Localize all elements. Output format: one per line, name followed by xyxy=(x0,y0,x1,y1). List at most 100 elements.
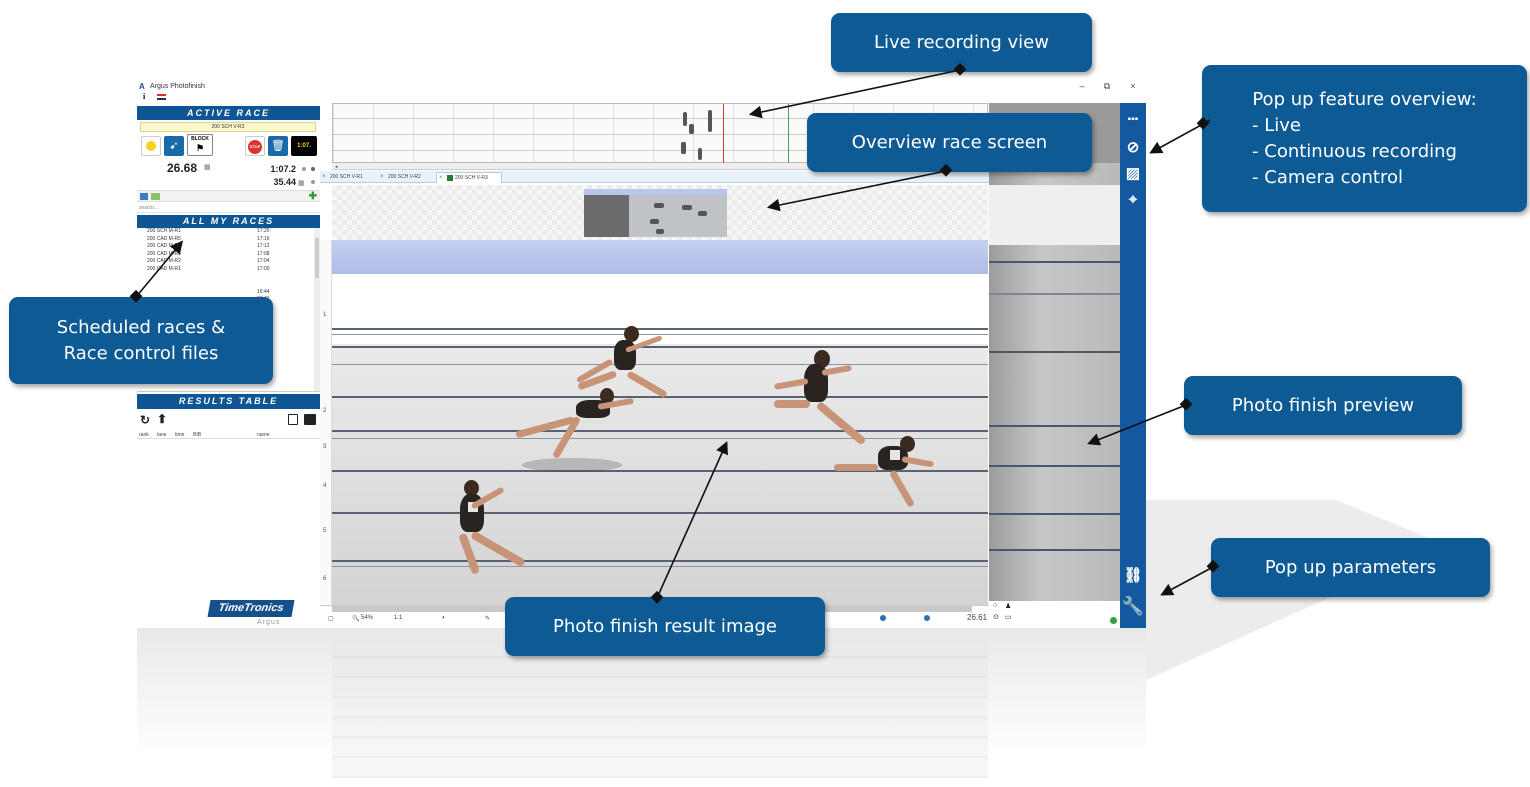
photo-finish-result-image[interactable] xyxy=(332,240,988,605)
language-flag-icon[interactable] xyxy=(157,94,166,100)
bulb-icon xyxy=(146,141,156,151)
info-circle-icon[interactable] xyxy=(880,615,886,622)
callout-live-recording: Live recording view xyxy=(831,13,1092,72)
maximize-button[interactable]: ⧉ xyxy=(1100,80,1114,93)
fit-icon[interactable]: ▢ xyxy=(328,615,334,622)
cursor-time: 26.61 xyxy=(967,613,988,622)
block-label: BLOCK xyxy=(191,136,209,142)
race-clock-display: 1:07. xyxy=(291,136,317,156)
race-list-toolbar: ✚ xyxy=(137,190,320,202)
col-rank: rank xyxy=(139,432,149,438)
close-button[interactable]: × xyxy=(1126,80,1140,93)
race-list-item[interactable]: 16:44 xyxy=(137,289,320,297)
pointer-icon[interactable]: ✎ xyxy=(485,615,490,622)
screenshot-stage: A Argus Photofinish – ⧉ × i ACTIVE RACE … xyxy=(0,0,1530,787)
link-icon[interactable]: ⛓ xyxy=(1120,567,1146,585)
timetronics-logo: TimeTronics xyxy=(207,600,295,617)
info-icon[interactable]: i xyxy=(143,92,145,101)
checkered-flag-icon: ▦ xyxy=(204,164,211,171)
camera-control-icon[interactable]: ⌖ xyxy=(1120,191,1146,209)
block-button[interactable]: BLOCK ⚑ xyxy=(187,134,213,156)
callout-photo-result: Photo finish result image xyxy=(505,597,825,656)
status-dot-3 xyxy=(311,180,315,184)
active-race-header: ACTIVE RACE xyxy=(137,106,320,120)
photo-finish-preview[interactable] xyxy=(989,103,1120,603)
live-runner xyxy=(689,124,694,134)
col-lane: lane xyxy=(157,432,167,438)
more-menu-icon[interactable]: ▪▪▪ xyxy=(1120,111,1146,129)
race-list-item[interactable] xyxy=(137,281,320,289)
race-list-item[interactable]: 200 CAD M-R2 17:04 xyxy=(137,258,320,266)
live-view-hide-icon[interactable]: ⊘ xyxy=(1120,139,1146,157)
race-list-item-time: 17:00 xyxy=(257,265,270,272)
race-list-item[interactable]: 200 SCH M-R1 17:20 xyxy=(137,228,320,236)
close-tab-icon[interactable]: × xyxy=(439,173,443,184)
delete-button[interactable]: 🗑 xyxy=(268,136,288,156)
trash-icon: 🗑 xyxy=(271,140,285,152)
stop-button[interactable]: STOP xyxy=(245,136,265,156)
window-title: Argus Photofinish xyxy=(150,83,205,90)
race-list-item[interactable]: 200 CAD M-R5 17:16 xyxy=(137,236,320,244)
status-dot-1 xyxy=(302,167,306,171)
ratio-value[interactable]: 1:1 xyxy=(394,615,402,621)
race-list-item[interactable]: 200 CAD M-R1 17:00 xyxy=(137,266,320,274)
close-tab-icon[interactable]: × xyxy=(380,172,384,183)
race-list-item[interactable]: 200 CAD M-R3 17:08 xyxy=(137,251,320,259)
wrench-icon[interactable]: 🔧 xyxy=(1120,597,1146,615)
split-time-2: 35.44 xyxy=(273,177,296,187)
race-list-item-name: 200 CAD M-R3 xyxy=(147,250,181,257)
zoom-level: 54% xyxy=(361,615,374,621)
active-race-name: 200 SCH V-R3 xyxy=(140,122,316,132)
right-sidebar: ▪▪▪ ⊘ ▨ ⌖ ⛓ 🔧 xyxy=(1110,103,1146,628)
tab-race-3[interactable]: × 200 SCH V-R3 xyxy=(436,172,502,183)
close-tab-icon[interactable]: × xyxy=(322,172,326,183)
callout-popup-parameters: Pop up parameters xyxy=(1211,538,1490,597)
col-bib: BIB xyxy=(193,432,202,438)
callout-popup-features-title: Pop up feature overview: xyxy=(1252,88,1477,110)
document-icon[interactable] xyxy=(288,414,298,425)
timer-icon[interactable]: ⊙ xyxy=(993,613,999,621)
callout-photo-preview: Photo finish preview xyxy=(1184,376,1462,435)
reflected-photo xyxy=(332,638,988,778)
stop-label: STOP xyxy=(248,140,262,154)
minimize-button[interactable]: – xyxy=(1075,80,1089,93)
list-view-icon[interactable] xyxy=(140,193,148,200)
scroll-left-icon[interactable]: ◂ xyxy=(335,164,338,170)
bib-icon[interactable]: ▭ xyxy=(1005,613,1012,621)
app-logo-icon: A xyxy=(139,82,145,91)
race-list-item[interactable]: 200 CAD M-R4 17:12 xyxy=(137,243,320,251)
light-bulb-button[interactable] xyxy=(141,136,161,156)
tab-race-1[interactable]: × 200 SCH V-R1 xyxy=(320,172,378,183)
tab-race-2[interactable]: × 200 SCH V-R2 xyxy=(378,172,436,183)
zoom-icon[interactable]: 🔍 xyxy=(352,615,359,622)
running-time: 26.68 xyxy=(167,161,198,175)
continuous-recording-icon[interactable]: ▨ xyxy=(1120,165,1146,183)
person-icon[interactable]: ♟ xyxy=(1005,602,1011,610)
upload-icon[interactable]: ⬆ xyxy=(157,413,167,425)
contrast-icon[interactable]: ◐ xyxy=(442,615,446,621)
grid-view-icon[interactable] xyxy=(151,193,160,200)
race-list-item[interactable] xyxy=(137,274,320,282)
title-bar: A Argus Photofinish – ⧉ × xyxy=(137,80,1146,93)
race-list-item-name: 200 CAD M-R4 xyxy=(147,243,181,250)
add-race-icon[interactable]: ✚ xyxy=(309,191,317,202)
finish-flag-icon: ⚑ xyxy=(195,143,205,153)
finish-line-marker xyxy=(723,104,724,164)
race-list-item-name: 200 SCH M-R1 xyxy=(147,228,181,234)
argus-logo: Argus xyxy=(257,619,281,626)
race-list-item-time: 17:20 xyxy=(257,228,270,234)
race-list-item-name: 200 CAD M-R5 xyxy=(147,235,181,242)
race-list-item-time: 17:12 xyxy=(257,243,270,250)
start-gun-button[interactable]: ➹ xyxy=(164,136,184,156)
export-icon[interactable] xyxy=(304,414,316,425)
live-runner xyxy=(683,112,687,126)
overview-race-screen[interactable] xyxy=(332,185,988,247)
race-search-input[interactable]: search... xyxy=(137,203,320,213)
race-list-item-time: 16:44 xyxy=(257,288,270,295)
globe-icon[interactable] xyxy=(924,615,930,622)
race-list-item-name: 200 CAD M-R1 xyxy=(147,265,181,272)
race-list-item-time: 17:08 xyxy=(257,250,270,257)
circle-option-icon[interactable]: ○ xyxy=(993,602,997,609)
lane-ruler: 1 2 3 4 5 6 xyxy=(320,240,332,605)
refresh-icon[interactable]: ↻ xyxy=(140,414,150,426)
